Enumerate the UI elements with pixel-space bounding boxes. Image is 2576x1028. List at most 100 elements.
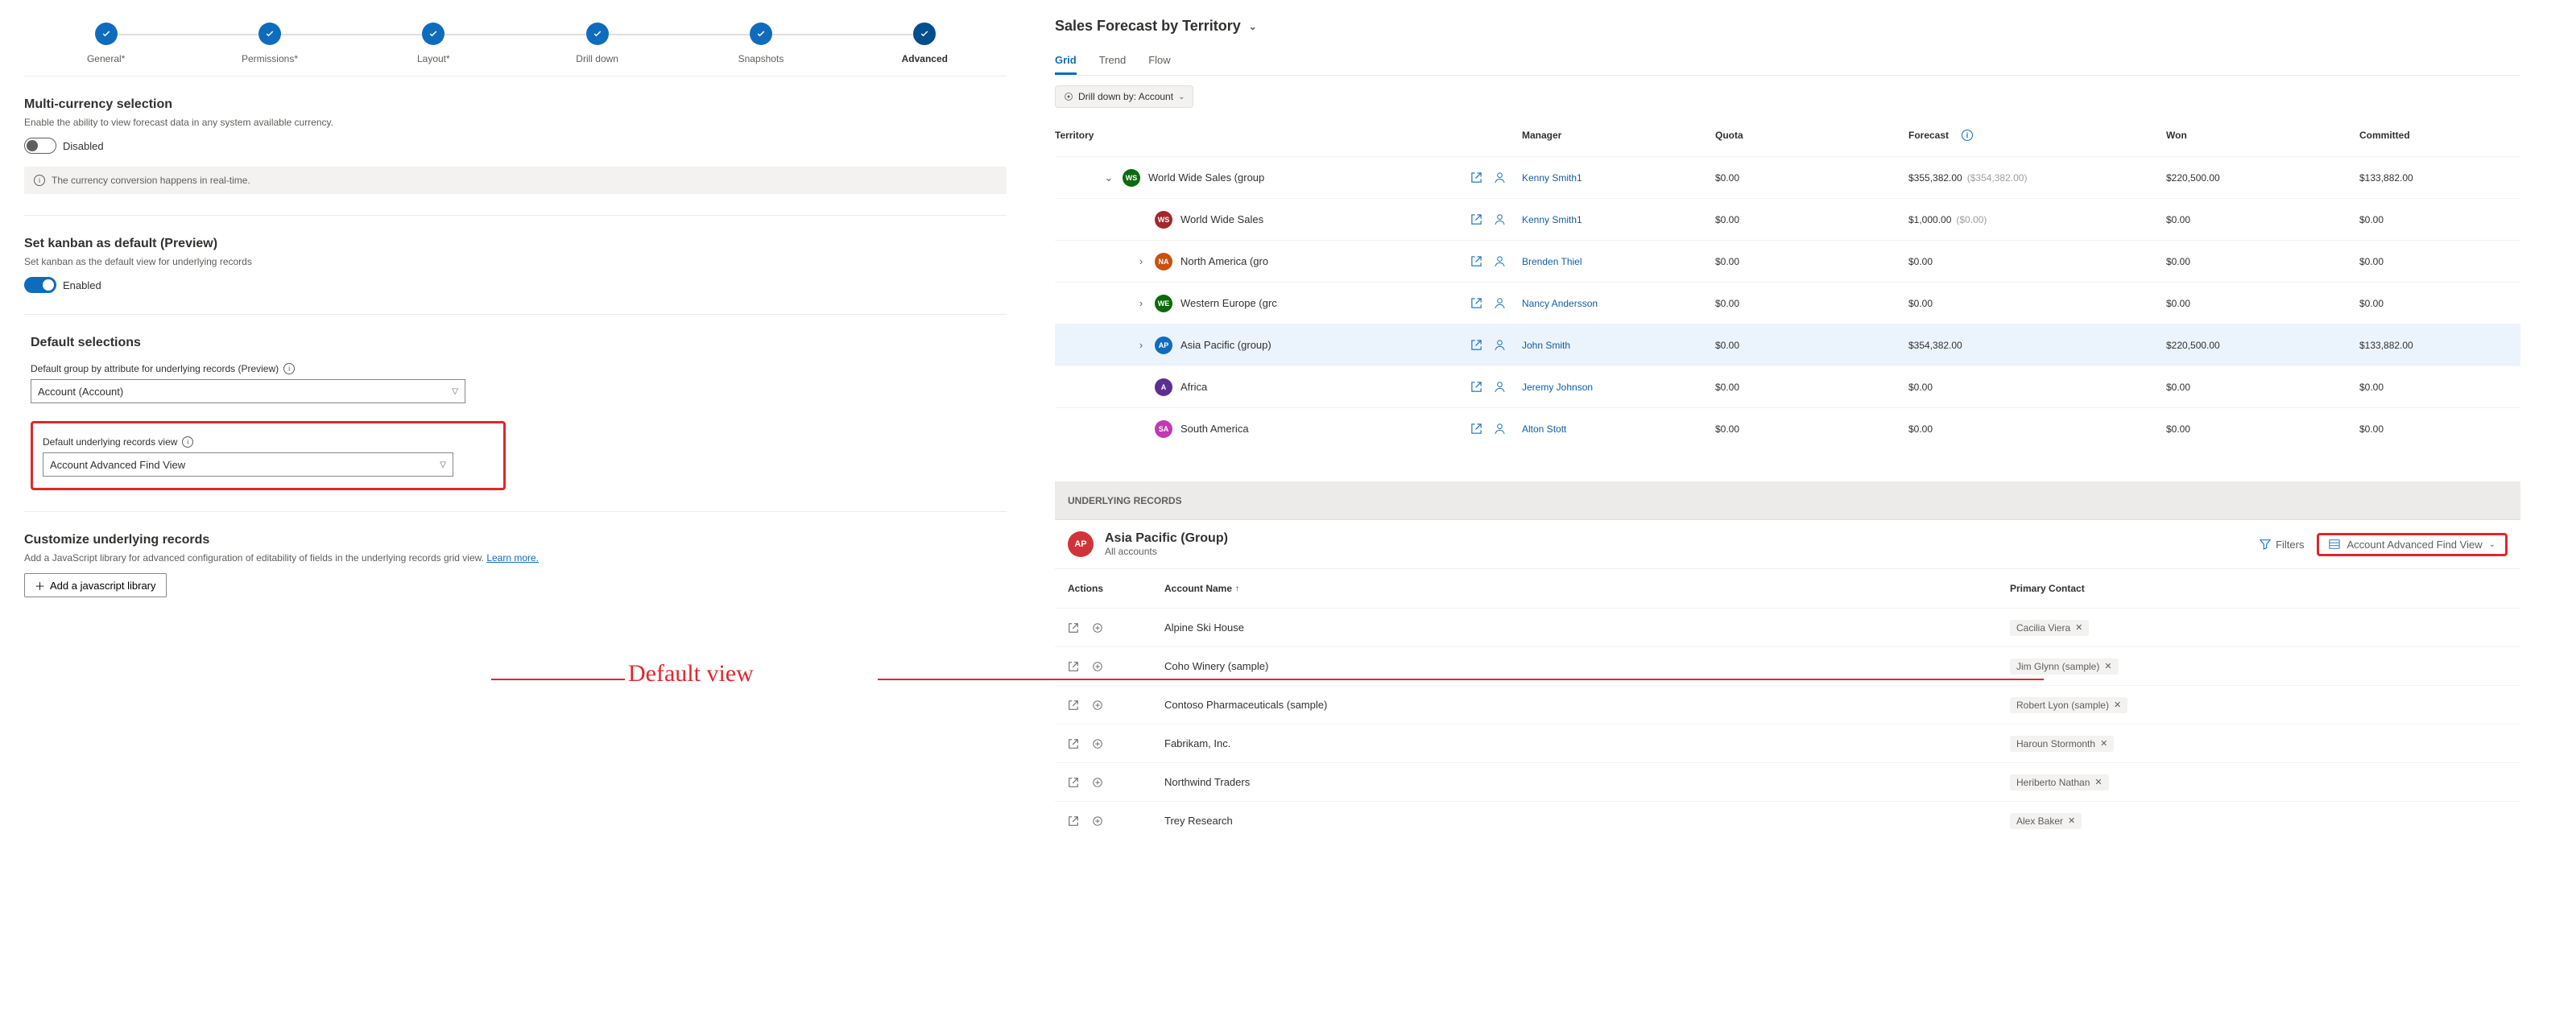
manager-link[interactable]: Alton Stott <box>1522 423 1715 435</box>
add-icon[interactable] <box>1092 777 1103 788</box>
step-circle[interactable] <box>95 23 118 45</box>
step-label[interactable]: Permissions* <box>188 53 351 64</box>
step-circle[interactable] <box>422 23 444 45</box>
col-account-name[interactable]: Account Name↑ <box>1164 583 2010 594</box>
account-name[interactable]: Fabrikam, Inc. <box>1164 737 2010 749</box>
popout-icon[interactable] <box>1068 738 1079 749</box>
step-label[interactable]: Layout* <box>352 53 515 64</box>
step-circle[interactable] <box>586 23 609 45</box>
contact-tag[interactable]: Haroun Stormonth✕ <box>2010 736 2114 752</box>
col-committed[interactable]: Committed <box>2359 130 2545 141</box>
tab-trend[interactable]: Trend <box>1099 47 1126 75</box>
remove-icon[interactable]: ✕ <box>2114 700 2121 710</box>
col-territory[interactable]: Territory <box>1055 130 1441 141</box>
popout-icon[interactable] <box>1068 815 1079 827</box>
info-icon[interactable]: i <box>182 436 193 448</box>
info-icon[interactable]: i <box>283 363 295 374</box>
popout-icon[interactable] <box>1470 381 1482 393</box>
contact-tag[interactable]: Cacilia Viera✕ <box>2010 620 2089 636</box>
remove-icon[interactable]: ✕ <box>2094 777 2102 787</box>
account-name[interactable]: Northwind Traders <box>1164 776 2010 788</box>
user-icon[interactable] <box>1494 255 1506 267</box>
user-icon[interactable] <box>1494 171 1506 184</box>
ur-row[interactable]: Contoso Pharmaceuticals (sample) Robert … <box>1055 685 2520 724</box>
account-name[interactable]: Coho Winery (sample) <box>1164 660 2010 672</box>
step-label[interactable]: Advanced <box>843 53 1007 64</box>
col-quota[interactable]: Quota <box>1715 130 1908 141</box>
expand-icon[interactable]: › <box>1135 255 1147 267</box>
add-icon[interactable] <box>1092 661 1103 672</box>
manager-link[interactable]: Kenny Smith1 <box>1522 172 1715 184</box>
multi-currency-toggle[interactable]: Disabled <box>24 138 1007 154</box>
popout-icon[interactable] <box>1470 213 1482 225</box>
add-icon[interactable] <box>1092 738 1103 749</box>
learn-more-link[interactable]: Learn more. <box>486 552 539 564</box>
step-label[interactable]: Snapshots <box>679 53 842 64</box>
col-manager[interactable]: Manager <box>1522 130 1715 141</box>
add-icon[interactable] <box>1092 622 1103 634</box>
grid-row[interactable]: › AP Asia Pacific (group) John Smith $0.… <box>1055 324 2520 365</box>
popout-icon[interactable] <box>1068 777 1079 788</box>
col-primary-contact[interactable]: Primary Contact <box>2010 583 2493 594</box>
popout-icon[interactable] <box>1470 339 1482 351</box>
manager-link[interactable]: John Smith <box>1522 340 1715 351</box>
ur-row[interactable]: Fabrikam, Inc. Haroun Stormonth✕ <box>1055 724 2520 762</box>
user-icon[interactable] <box>1494 213 1506 225</box>
contact-tag[interactable]: Robert Lyon (sample)✕ <box>2010 697 2127 713</box>
contact-tag[interactable]: Jim Glynn (sample)✕ <box>2010 658 2119 675</box>
step-circle[interactable] <box>258 23 281 45</box>
expand-icon[interactable]: › <box>1135 297 1147 309</box>
filters-button[interactable]: Filters <box>2260 539 2304 551</box>
grid-row[interactable]: ⌄ WS World Wide Sales (group Kenny Smith… <box>1055 156 2520 198</box>
expand-icon[interactable]: ⌄ <box>1103 171 1114 184</box>
account-name[interactable]: Trey Research <box>1164 815 2010 827</box>
drill-down-chip[interactable]: Drill down by: Account ⌄ <box>1055 85 1193 108</box>
step-label[interactable]: General* <box>24 53 188 64</box>
kanban-toggle[interactable]: Enabled <box>24 277 1007 293</box>
ur-row[interactable]: Alpine Ski House Cacilia Viera✕ <box>1055 608 2520 646</box>
manager-link[interactable]: Brenden Thiel <box>1522 256 1715 267</box>
add-icon[interactable] <box>1092 700 1103 711</box>
popout-icon[interactable] <box>1470 423 1482 435</box>
ur-row[interactable]: Trey Research Alex Baker✕ <box>1055 801 2520 840</box>
step-circle[interactable] <box>750 23 772 45</box>
grid-row[interactable]: SA South America Alton Stott $0.00 $0.00… <box>1055 407 2520 449</box>
manager-link[interactable]: Jeremy Johnson <box>1522 382 1715 393</box>
remove-icon[interactable]: ✕ <box>2104 661 2111 671</box>
step-label[interactable]: Drill down <box>515 53 679 64</box>
user-icon[interactable] <box>1494 423 1506 435</box>
add-icon[interactable] <box>1092 815 1103 827</box>
popout-icon[interactable] <box>1068 661 1079 672</box>
user-icon[interactable] <box>1494 381 1506 393</box>
grid-row[interactable]: › NA North America (gro Brenden Thiel $0… <box>1055 240 2520 282</box>
remove-icon[interactable]: ✕ <box>2100 738 2107 749</box>
remove-icon[interactable]: ✕ <box>2075 622 2082 633</box>
popout-icon[interactable] <box>1470 255 1482 267</box>
manager-link[interactable]: Kenny Smith1 <box>1522 214 1715 225</box>
remove-icon[interactable]: ✕ <box>2068 815 2075 826</box>
popout-icon[interactable] <box>1470 297 1482 309</box>
step-circle[interactable] <box>913 23 936 45</box>
popout-icon[interactable] <box>1068 700 1079 711</box>
view-selector-highlight[interactable]: Account Advanced Find View ⌄ <box>2317 533 2508 556</box>
tab-grid[interactable]: Grid <box>1055 47 1077 75</box>
col-won[interactable]: Won <box>2166 130 2359 141</box>
grid-row[interactable]: WS World Wide Sales Kenny Smith1 $0.00 $… <box>1055 198 2520 240</box>
forecast-title[interactable]: Sales Forecast by Territory ⌄ <box>1055 18 2520 35</box>
account-name[interactable]: Contoso Pharmaceuticals (sample) <box>1164 699 2010 711</box>
add-js-library-button[interactable]: ＋ Add a javascript library <box>24 573 167 597</box>
default-view-select[interactable]: Account Advanced Find View ▽ <box>43 452 453 477</box>
tab-flow[interactable]: Flow <box>1148 47 1170 75</box>
account-name[interactable]: Alpine Ski House <box>1164 621 2010 634</box>
ur-row[interactable]: Northwind Traders Heriberto Nathan✕ <box>1055 762 2520 801</box>
manager-link[interactable]: Nancy Andersson <box>1522 298 1715 309</box>
group-by-select[interactable]: Account (Account) ▽ <box>31 379 465 403</box>
user-icon[interactable] <box>1494 339 1506 351</box>
contact-tag[interactable]: Alex Baker✕ <box>2010 813 2082 829</box>
popout-icon[interactable] <box>1068 622 1079 634</box>
info-icon[interactable]: i <box>1962 130 1973 141</box>
expand-icon[interactable]: › <box>1135 339 1147 351</box>
grid-row[interactable]: › WE Western Europe (grc Nancy Andersson… <box>1055 282 2520 324</box>
popout-icon[interactable] <box>1470 171 1482 184</box>
contact-tag[interactable]: Heriberto Nathan✕ <box>2010 774 2109 791</box>
